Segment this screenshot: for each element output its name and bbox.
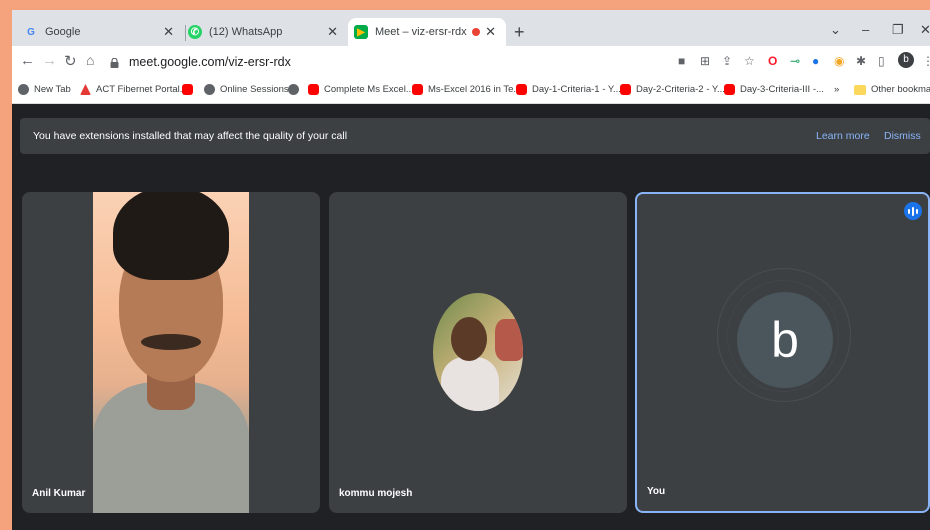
puzzle-icon[interactable]: ✱: [856, 54, 866, 68]
bookmark-youtube[interactable]: [182, 84, 198, 95]
overflow-chevron-icon: »: [834, 84, 840, 95]
extension-arrow-icon[interactable]: ⊸: [790, 54, 800, 68]
youtube-icon: [516, 84, 527, 95]
camera-indicator-icon[interactable]: ■: [678, 54, 685, 68]
tab-google[interactable]: G Google ✕: [24, 18, 184, 46]
bookmark-label: Complete Ms Excel...: [324, 84, 414, 95]
tab-meet[interactable]: ▶ Meet – viz-ersr-rdx ✕: [348, 18, 506, 46]
participant-avatar-photo: [433, 293, 523, 411]
extensions-warning-banner: You have extensions installed that may a…: [20, 118, 930, 154]
close-icon[interactable]: ✕: [163, 24, 174, 40]
close-window-icon[interactable]: ✕: [920, 22, 930, 38]
new-tab-icon[interactable]: +: [514, 22, 525, 43]
bookmark-label: Day-1-Criteria-1 - Y...: [532, 84, 621, 95]
dismiss-button[interactable]: Dismiss: [884, 130, 921, 142]
globe-icon: [288, 84, 299, 95]
participant-video: [93, 192, 249, 513]
video-moustache: [141, 334, 201, 350]
bookmark-label: Day-2-Criteria-2 - Y...: [636, 84, 725, 95]
bookmark-globe[interactable]: [288, 84, 304, 95]
browser-chrome: G Google ✕ ✆ (12) WhatsApp ✕ ▶ Meet – vi…: [12, 10, 930, 104]
photo-head: [451, 317, 487, 361]
tab-search-icon[interactable]: ⌄: [830, 22, 841, 38]
tab-strip: G Google ✕ ✆ (12) WhatsApp ✕ ▶ Meet – vi…: [12, 10, 930, 46]
bookmark-new-tab[interactable]: New Tab: [18, 84, 71, 95]
tab-title: Meet – viz-ersr-rdx: [375, 26, 467, 38]
lock-icon: [110, 57, 119, 68]
minimize-icon[interactable]: –: [862, 22, 869, 37]
tab-whatsapp[interactable]: ✆ (12) WhatsApp ✕: [188, 18, 348, 46]
participant-tile-you[interactable]: b You: [635, 192, 930, 513]
bookmark-label: Online Sessions: [220, 84, 289, 95]
bookmark-label: New Tab: [34, 84, 71, 95]
folder-icon: [854, 84, 866, 95]
close-icon[interactable]: ✕: [327, 24, 338, 40]
banner-text: You have extensions installed that may a…: [33, 130, 348, 142]
bookmark-label: Ms-Excel 2016 in Te...: [428, 84, 522, 95]
bookmark-label: Other bookmarks: [871, 84, 930, 95]
bookmark-complete-excel[interactable]: Complete Ms Excel...: [308, 84, 414, 95]
speaking-indicator-icon: [904, 202, 922, 220]
extension-yellow-icon[interactable]: ◉: [834, 54, 844, 68]
extension-blue-icon[interactable]: ●: [812, 54, 819, 68]
bookmark-day2[interactable]: Day-2-Criteria-2 - Y...: [620, 84, 725, 95]
meet-icon: ▶: [354, 25, 368, 39]
youtube-icon: [620, 84, 631, 95]
photo-background-shape: [495, 319, 523, 361]
address-bar[interactable]: meet.google.com/viz-ersr-rdx: [110, 50, 670, 74]
bookmark-day1[interactable]: Day-1-Criteria-1 - Y...: [516, 84, 621, 95]
youtube-icon: [182, 84, 193, 95]
tab-title: Google: [45, 26, 81, 38]
bookmarks-bar: New Tab ACT Fibernet Portal... Online Se…: [12, 78, 930, 104]
participant-name: kommu mojesh: [339, 488, 413, 499]
home-icon[interactable]: ⌂: [86, 52, 94, 68]
globe-icon: [18, 84, 29, 95]
toolbar: ← → ↻ ⌂ meet.google.com/viz-ersr-rdx ■ ⊞…: [12, 46, 930, 78]
avatar: b: [737, 292, 833, 388]
participant-tile-anil-kumar[interactable]: Anil Kumar: [22, 192, 320, 513]
share-icon[interactable]: ⇪: [722, 54, 732, 68]
side-panel-icon[interactable]: ▯: [878, 54, 885, 68]
participant-name: You: [647, 486, 666, 497]
learn-more-link[interactable]: Learn more: [816, 130, 870, 142]
bookmark-act[interactable]: ACT Fibernet Portal...: [80, 84, 188, 95]
recording-icon: [472, 28, 480, 36]
opera-extension-icon[interactable]: O: [768, 54, 777, 68]
youtube-icon: [412, 84, 423, 95]
tab-divider: [185, 25, 186, 41]
whatsapp-icon: ✆: [188, 25, 202, 39]
url-text: meet.google.com/viz-ersr-rdx: [129, 55, 291, 69]
bookmark-other[interactable]: Other bookmarks: [854, 84, 930, 95]
menu-icon[interactable]: ⋮: [922, 54, 930, 68]
bookmarks-overflow[interactable]: »: [834, 84, 839, 95]
star-icon[interactable]: ☆: [744, 54, 755, 68]
profile-avatar[interactable]: b: [898, 52, 914, 68]
bookmark-online-sessions[interactable]: Online Sessions: [204, 84, 289, 95]
video-hair: [113, 192, 229, 280]
participant-tile-kommu-mojesh[interactable]: kommu mojesh: [329, 192, 627, 513]
bookmark-day3[interactable]: Day-3-Criteria-III -...: [724, 84, 824, 95]
restore-icon[interactable]: ❐: [892, 22, 904, 38]
participant-name: Anil Kumar: [32, 488, 86, 499]
close-icon[interactable]: ✕: [485, 24, 496, 40]
back-icon[interactable]: ←: [20, 52, 35, 69]
globe-icon: [204, 84, 215, 95]
youtube-icon: [308, 84, 319, 95]
act-icon: [80, 84, 91, 95]
bookmark-excel-2016[interactable]: Ms-Excel 2016 in Te...: [412, 84, 521, 95]
translate-icon[interactable]: ⊞: [700, 54, 710, 68]
bookmark-label: Day-3-Criteria-III -...: [740, 84, 824, 95]
meet-call-area: You have extensions installed that may a…: [12, 104, 930, 530]
bookmark-label: ACT Fibernet Portal...: [96, 84, 188, 95]
reload-icon[interactable]: ↻: [64, 52, 77, 70]
youtube-icon: [724, 84, 735, 95]
tab-title: (12) WhatsApp: [209, 26, 283, 38]
forward-icon[interactable]: →: [42, 52, 57, 69]
google-icon: G: [27, 26, 35, 38]
photo-body: [441, 357, 499, 411]
